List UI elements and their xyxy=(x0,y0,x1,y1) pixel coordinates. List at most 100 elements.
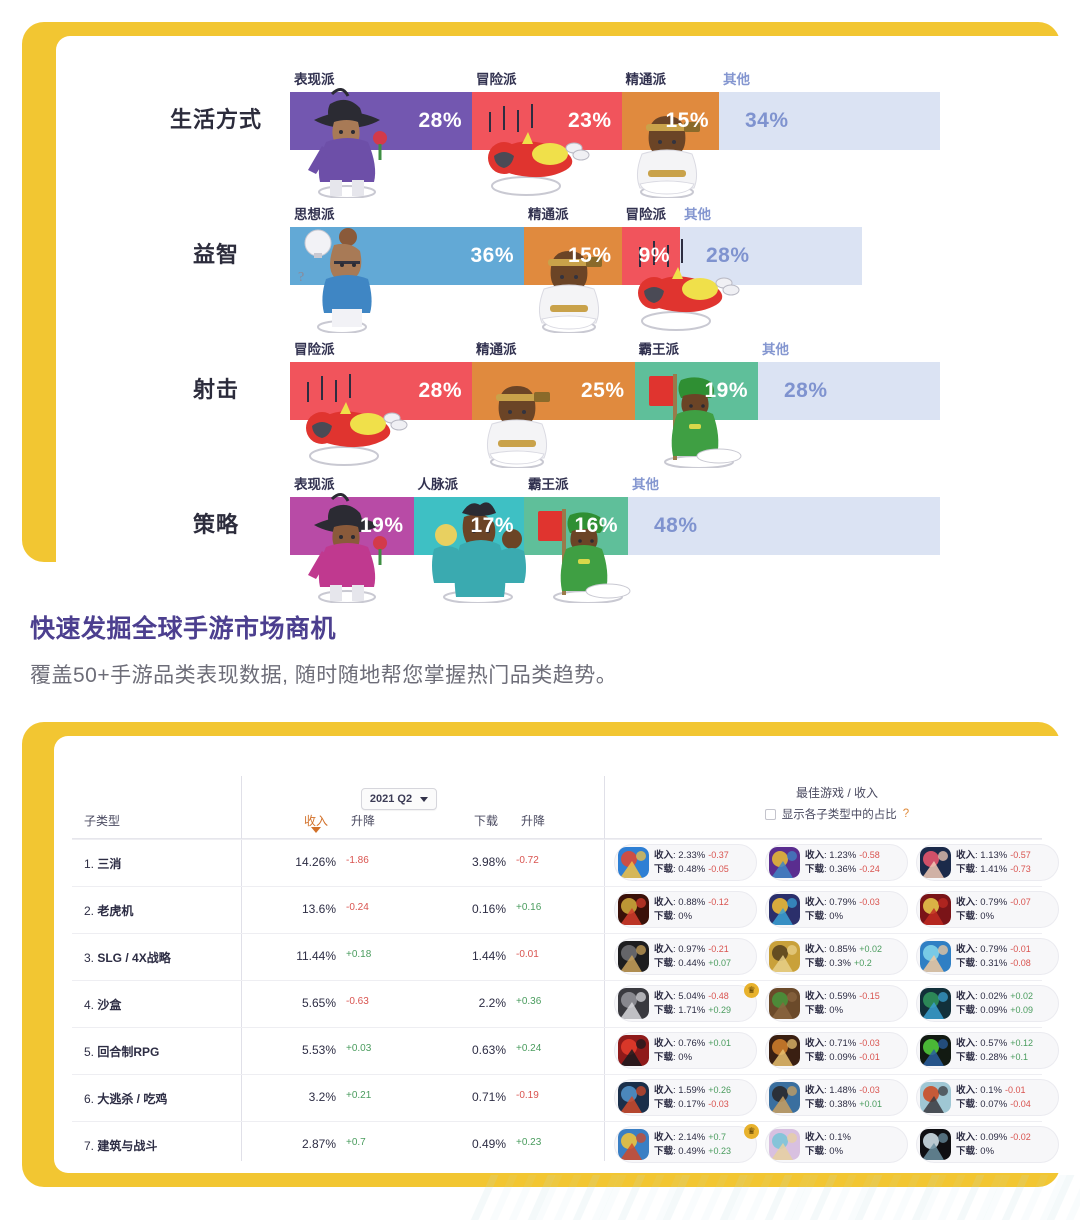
cell-revenue-change: -1.86 xyxy=(346,855,369,866)
table-row[interactable]: 4. 沙盒 5.65% -0.63 2.2% +0.36 ♛ 收入: 5.04%… xyxy=(54,980,1060,1027)
persona-segment[interactable]: 15% xyxy=(621,92,719,198)
candy-crush-icon[interactable] xyxy=(618,847,649,878)
minecraft-icon[interactable] xyxy=(769,988,800,1019)
casino-777-icon[interactable] xyxy=(618,894,649,925)
best-game-card[interactable]: 收入: 0.88% -0.12 下载: 0% xyxy=(614,891,757,928)
persona-segment[interactable]: 25% xyxy=(472,362,635,468)
table-row[interactable]: 3. SLG / 4X战略 11.44% +0.18 1.44% -0.01 收… xyxy=(54,933,1060,980)
help-icon[interactable]: ? xyxy=(903,808,909,820)
pubg-mobile-icon[interactable] xyxy=(618,1082,649,1113)
show-share-checkbox-row[interactable]: 显示各子类型中的占比 ? xyxy=(614,806,1060,822)
roblox-icon[interactable] xyxy=(618,988,649,1019)
gold-warrior-icon[interactable] xyxy=(769,941,800,972)
persona-segment-label: 冒险派 xyxy=(476,72,517,87)
best-game-card[interactable]: 收入: 1.59% +0.26 下载: 0.17% -0.03 xyxy=(614,1079,757,1116)
game-revenue-value: 1.23% xyxy=(829,849,857,861)
best-game-card[interactable]: 收入: 0.71% -0.03 下载: 0.09% -0.01 xyxy=(765,1032,908,1069)
table-row[interactable]: 6. 大逃杀 / 吃鸡 3.2% +0.21 0.71% -0.19 收入: 1… xyxy=(54,1074,1060,1121)
best-game-card[interactable]: 收入: 1.23% -0.58 下载: 0.36% -0.24 xyxy=(765,844,908,881)
table-row[interactable]: 5. 回合制RPG 5.53% +0.03 0.63% +0.24 收入: 0.… xyxy=(54,1027,1060,1074)
best-games-title: 最佳游戏 / 收入 xyxy=(795,786,878,800)
cell-revenue-change: +0.03 xyxy=(346,1043,372,1054)
table-row[interactable]: 1. 三消 14.26% -1.86 3.98% -0.72 收入: 2.33%… xyxy=(54,839,1060,886)
best-game-card[interactable]: 收入: 0.76% +0.01 下载: 0% xyxy=(614,1032,757,1069)
cell-subgenre[interactable]: 3. SLG / 4X战略 xyxy=(84,949,171,966)
col-header-downloads-change[interactable]: 升降 xyxy=(521,812,545,829)
checkbox-icon[interactable] xyxy=(764,808,776,820)
alien-shooter-icon[interactable] xyxy=(920,1035,951,1066)
persona-segment[interactable]: 23% xyxy=(472,92,622,196)
col-header-subgenre[interactable]: 子类型 xyxy=(84,812,120,829)
best-game-card[interactable]: 收入: 0.79% -0.01 下载: 0.31% -0.08 xyxy=(916,938,1059,975)
col-header-downloads[interactable]: 下载 xyxy=(474,812,498,829)
anime-girl-icon[interactable] xyxy=(920,847,951,878)
persona-segment[interactable]: 17% xyxy=(413,497,526,603)
best-game-card[interactable]: 收入: 0.79% -0.07 下载: 0% xyxy=(916,891,1059,928)
game-revenue-label: 收入 xyxy=(805,849,825,861)
best-game-card[interactable]: 收入: 0.97% -0.21 下载: 0.44% +0.07 xyxy=(614,938,757,975)
best-game-card[interactable]: 收入: 0.79% -0.03 下载: 0% xyxy=(765,891,908,928)
best-game-card[interactable]: 收入: 0.09% -0.02 下载: 0% xyxy=(916,1126,1059,1163)
best-games-cell: 收入: 0.76% +0.01 下载: 0% 收入: 0.71% -0.03 下载:… xyxy=(614,1032,1060,1072)
cell-subgenre[interactable]: 7. 建筑与战斗 xyxy=(84,1137,157,1154)
persona-segment[interactable]: 19% xyxy=(634,362,758,468)
game-stats: 收入: 0.59% -0.15 下载: 0% xyxy=(805,990,880,1016)
best-game-card[interactable]: 收入: 0.1% -0.01 下载: 0.07% -0.04 xyxy=(916,1079,1059,1116)
persona-segment[interactable]: 19% xyxy=(290,493,414,603)
cell-subgenre[interactable]: 4. 沙盒 xyxy=(84,996,121,1013)
col-header-revenue-change[interactable]: 升降 xyxy=(351,812,375,829)
game-revenue-change: +0.26 xyxy=(708,1084,732,1095)
best-game-card[interactable]: ♛ 收入: 5.04% -0.48 下载: 1.71% +0.29 xyxy=(614,983,759,1022)
dark-war-icon[interactable] xyxy=(618,941,649,972)
best-game-card[interactable]: 收入: 0.85% +0.02 下载: 0.3% +0.2 xyxy=(765,938,908,975)
best-game-card[interactable]: 收入: 0.02% +0.02 下载: 0.09% +0.09 xyxy=(916,985,1059,1022)
fantasy-hero-icon[interactable] xyxy=(769,1035,800,1066)
battle-royale-icon[interactable] xyxy=(769,1082,800,1113)
col-header-revenue[interactable]: 收入 xyxy=(304,812,328,833)
persona-segment[interactable]: 9% xyxy=(621,227,739,331)
puzzle-purple-icon[interactable] xyxy=(769,847,800,878)
table-row[interactable]: 7. 建筑与战斗 2.87% +0.7 0.49% +0.23 ♛ 收入: 2.… xyxy=(54,1121,1060,1168)
best-game-card[interactable]: 收入: 0.59% -0.15 下载: 0% xyxy=(765,985,908,1022)
table-row[interactable]: 2. 老虎机 13.6% -0.24 0.16% +0.16 收入: 0.88%… xyxy=(54,886,1060,933)
cell-subgenre[interactable]: 2. 老虎机 xyxy=(84,902,133,919)
cell-subgenre[interactable]: 5. 回合制RPG xyxy=(84,1043,159,1060)
persona-segment[interactable]: 28% xyxy=(290,362,472,466)
persona-segment[interactable]: 48% xyxy=(628,497,940,555)
game-revenue-label: 收入 xyxy=(805,1037,825,1049)
persona-segment-value: 28% xyxy=(418,109,462,132)
clash-royale-icon[interactable] xyxy=(618,1129,649,1160)
blue-soldier-icon[interactable] xyxy=(920,941,951,972)
earth-globe-icon[interactable] xyxy=(920,988,951,1019)
persona-segment-value: 28% xyxy=(706,244,750,267)
persona-segment-value: 16% xyxy=(574,514,618,537)
cell-subgenre[interactable]: 6. 大逃杀 / 吃鸡 xyxy=(84,1090,167,1107)
cell-downloads: 1.44% xyxy=(471,949,506,963)
persona-segment[interactable]: ? 36% xyxy=(290,227,524,333)
silhouette-warrior-icon[interactable] xyxy=(920,1129,951,1160)
best-game-card[interactable]: 收入: 0.1% 下载: 0% xyxy=(765,1126,908,1163)
zombie-shooter-icon[interactable] xyxy=(920,1082,951,1113)
anime-pastel-icon[interactable] xyxy=(769,1129,800,1160)
persona-segment[interactable]: 28% xyxy=(758,362,940,420)
persona-segment[interactable]: 15% xyxy=(524,227,622,333)
game-revenue-change: -0.48 xyxy=(708,990,729,1001)
best-game-card[interactable]: 收入: 1.13% -0.57 下载: 1.41% -0.73 xyxy=(916,844,1059,881)
cell-revenue: 13.6% xyxy=(301,902,336,916)
best-game-card[interactable]: 收入: 2.33% -0.37 下载: 0.48% -0.05 xyxy=(614,844,757,881)
double-down-slots-icon[interactable] xyxy=(920,894,951,925)
slots-carnival-icon[interactable] xyxy=(769,894,800,925)
marvel-icon[interactable] xyxy=(618,1035,649,1066)
cell-subgenre[interactable]: 1. 三消 xyxy=(84,855,121,872)
persona-segment[interactable]: 28% xyxy=(680,227,862,285)
persona-segment[interactable]: 34% xyxy=(719,92,940,150)
persona-row-category: 策略 xyxy=(192,512,239,537)
best-game-card[interactable]: ♛ 收入: 2.14% +0.7 下载: 0.49% +0.23 xyxy=(614,1124,759,1163)
game-revenue-change: -0.37 xyxy=(708,849,729,860)
persona-bar: 28% 25% 19% 28% xyxy=(290,362,940,468)
quarter-select[interactable]: 2021 Q2 xyxy=(361,788,437,810)
persona-segment[interactable]: 28% xyxy=(290,88,472,198)
best-game-card[interactable]: 收入: 1.48% -0.03 下载: 0.38% +0.01 xyxy=(765,1079,908,1116)
best-game-card[interactable]: 收入: 0.57% +0.12 下载: 0.28% +0.1 xyxy=(916,1032,1059,1069)
persona-segment[interactable]: 16% xyxy=(524,497,631,603)
